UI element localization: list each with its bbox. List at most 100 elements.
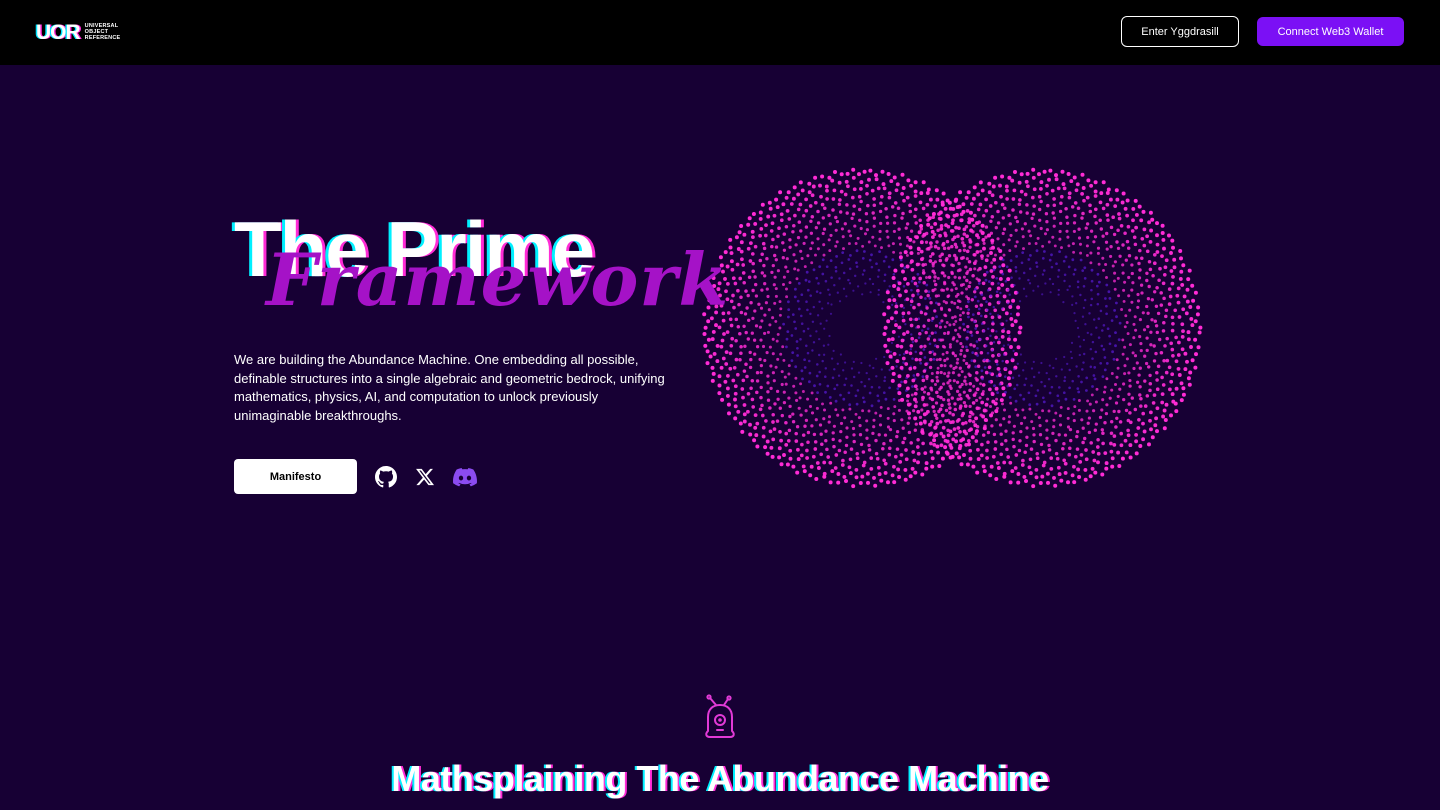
art-dot — [934, 188, 939, 193]
art-dot — [778, 313, 782, 317]
art-dot — [747, 216, 752, 221]
art-dot — [943, 233, 948, 238]
art-dot — [1039, 442, 1044, 447]
art-dot — [1077, 408, 1081, 412]
art-dot — [1025, 171, 1030, 176]
art-dot — [883, 376, 887, 379]
enter-yggdrasill-button[interactable]: Enter Yggdrasill — [1121, 16, 1239, 47]
art-dot — [1089, 365, 1093, 369]
art-dot — [944, 223, 948, 227]
art-dot — [1101, 441, 1105, 446]
art-dot — [1150, 298, 1154, 302]
art-dot — [1016, 305, 1021, 310]
github-icon[interactable] — [374, 465, 398, 489]
art-dot — [1090, 393, 1094, 397]
discord-icon[interactable] — [453, 465, 477, 489]
art-dot — [752, 338, 757, 342]
art-dot — [1085, 253, 1089, 257]
art-dot — [788, 456, 793, 461]
art-dot — [948, 429, 953, 434]
art-dot — [1098, 218, 1102, 223]
art-dot — [1065, 215, 1069, 219]
art-dot — [993, 175, 998, 180]
art-dot — [772, 283, 776, 287]
art-dot — [954, 258, 958, 262]
art-dot — [708, 354, 713, 359]
art-dot — [998, 300, 1001, 304]
uor-logo[interactable]: UOR UNIVERSAL OBJECT REFERENCE — [36, 21, 120, 43]
art-dot — [988, 380, 991, 384]
art-dot — [913, 207, 918, 212]
art-dot — [928, 365, 933, 370]
manifesto-button[interactable]: Manifesto — [234, 459, 357, 494]
art-dot — [1076, 326, 1080, 330]
art-dot — [1080, 380, 1083, 384]
art-dot — [1108, 342, 1112, 346]
art-dot — [845, 211, 849, 215]
art-dot — [1142, 328, 1147, 332]
art-dot — [1005, 265, 1009, 269]
art-dot — [1114, 344, 1117, 348]
art-dot — [916, 409, 921, 414]
art-dot — [736, 409, 741, 414]
art-dot — [802, 469, 807, 474]
art-dot — [903, 379, 908, 384]
art-dot — [744, 362, 748, 367]
art-dot — [1102, 348, 1106, 351]
art-dot — [975, 330, 979, 335]
art-dot — [938, 357, 942, 362]
art-dot — [1178, 249, 1183, 253]
art-dot — [897, 236, 902, 240]
art-dot — [1171, 245, 1175, 250]
art-dot — [733, 404, 738, 409]
art-dot — [818, 337, 821, 341]
art-dot — [1083, 277, 1087, 280]
art-dot — [795, 425, 800, 429]
art-dot — [1103, 421, 1107, 425]
art-dot — [1096, 302, 1100, 306]
art-dot — [953, 275, 957, 279]
art-dot — [1049, 456, 1054, 460]
art-dot — [717, 374, 722, 379]
art-dot — [1134, 225, 1138, 230]
art-dot — [1035, 249, 1039, 253]
art-dot — [959, 218, 964, 223]
art-dot — [1153, 423, 1158, 428]
art-dot — [958, 366, 962, 370]
art-dot — [1058, 423, 1063, 427]
art-dot — [994, 335, 998, 340]
art-dot — [797, 406, 801, 410]
art-dot — [1101, 375, 1105, 378]
art-dot — [819, 291, 822, 295]
art-dot — [976, 346, 979, 350]
art-dot — [1162, 426, 1167, 431]
art-dot — [897, 391, 902, 396]
x-icon[interactable] — [413, 465, 437, 489]
art-dot — [1099, 309, 1103, 313]
art-dot — [909, 259, 914, 264]
art-dot — [893, 213, 897, 218]
art-dot — [927, 275, 932, 279]
art-dot — [1101, 431, 1105, 435]
art-dot — [1002, 417, 1006, 421]
art-dot — [1101, 329, 1104, 332]
art-dot — [1022, 247, 1025, 251]
art-dot — [925, 306, 929, 310]
art-dot — [1044, 282, 1047, 285]
art-dot — [1041, 257, 1045, 260]
art-dot — [1050, 265, 1054, 269]
art-dot — [895, 447, 900, 451]
art-dot — [1066, 425, 1071, 429]
art-dot — [1140, 256, 1144, 260]
art-dot — [913, 281, 918, 286]
art-dot — [958, 393, 962, 397]
art-dot — [946, 214, 951, 219]
art-dot — [1011, 197, 1016, 201]
art-dot — [1089, 183, 1094, 188]
art-dot — [773, 275, 777, 279]
art-dot — [836, 480, 841, 485]
art-dot — [779, 307, 783, 311]
art-dot — [848, 471, 853, 476]
art-dot — [958, 313, 962, 317]
connect-wallet-button[interactable]: Connect Web3 Wallet — [1257, 17, 1404, 46]
